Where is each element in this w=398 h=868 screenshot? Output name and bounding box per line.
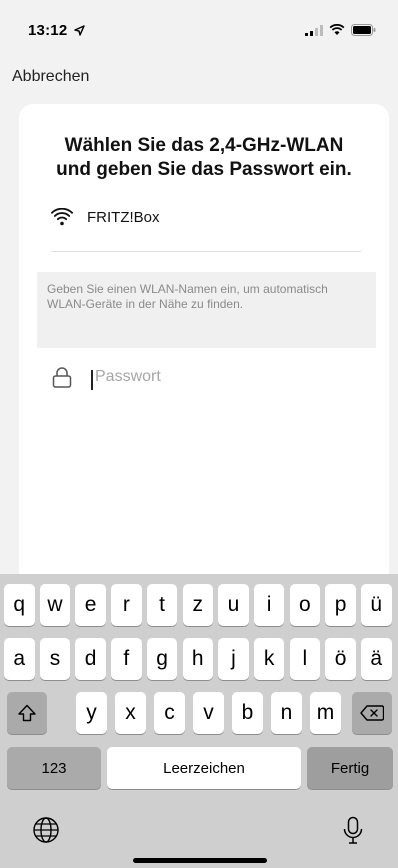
key-a[interactable]: a	[4, 638, 35, 680]
key-l[interactable]: l	[289, 638, 321, 680]
key-label: b	[241, 701, 254, 724]
key-f[interactable]: f	[111, 638, 142, 680]
key-label: ö	[334, 647, 347, 670]
key-m[interactable]: m	[310, 692, 341, 734]
key-p[interactable]: p	[325, 584, 356, 626]
key-j[interactable]: j	[218, 638, 249, 680]
cancel-button[interactable]: Abbrechen	[12, 68, 89, 86]
page-title: Wählen Sie das 2,4-GHz-WLAN und geben Si…	[19, 134, 389, 182]
microphone-icon	[343, 816, 363, 844]
key-y[interactable]: y	[76, 692, 107, 734]
location-arrow-icon	[74, 25, 85, 36]
key-label: u	[227, 593, 240, 616]
key-label: p	[334, 593, 347, 616]
key-label: k	[263, 647, 275, 670]
numbers-key-label: 123	[41, 759, 67, 777]
key-label: a	[13, 647, 26, 670]
key-label: i	[266, 593, 272, 616]
password-row	[51, 366, 335, 390]
lock-icon	[52, 367, 72, 388]
divider	[51, 251, 361, 252]
key-label: v	[203, 701, 214, 724]
text-cursor	[91, 370, 93, 390]
shift-icon	[18, 704, 36, 722]
key-h[interactable]: h	[182, 638, 213, 680]
key-z[interactable]: z	[182, 584, 213, 626]
key-n[interactable]: n	[271, 692, 302, 734]
hint-box: Geben Sie einen WLAN-Namen ein, um autom…	[37, 272, 376, 348]
key-w[interactable]: w	[39, 584, 71, 626]
key-q[interactable]: q	[4, 584, 35, 626]
key-d[interactable]: d	[75, 638, 106, 680]
key-ö[interactable]: ö	[325, 638, 356, 680]
password-input[interactable]	[91, 368, 335, 386]
key-label: g	[156, 647, 168, 670]
numbers-key[interactable]: 123	[7, 747, 101, 789]
key-label: j	[231, 647, 236, 670]
status-time-text: 13:12	[28, 22, 68, 39]
backspace-icon	[360, 705, 384, 721]
shift-key[interactable]	[7, 692, 47, 734]
key-b[interactable]: b	[232, 692, 263, 734]
key-label: y	[86, 701, 97, 724]
home-indicator[interactable]	[133, 858, 267, 863]
key-label: m	[316, 701, 335, 724]
key-label: q	[13, 593, 26, 616]
keyboard: qwe r t zu i opü asd f gh j k l öä y x c v b nm 123 Leer…	[0, 574, 398, 868]
key-o[interactable]: o	[289, 584, 321, 626]
key-label: l	[302, 647, 308, 670]
key-label: r	[122, 593, 130, 616]
status-icons	[305, 24, 376, 36]
space-key-label: Leerzeichen	[163, 759, 245, 777]
microphone-button[interactable]	[342, 816, 370, 848]
network-name: FRITZ!Box	[87, 208, 160, 226]
key-label: e	[84, 593, 97, 616]
space-key[interactable]: Leerzeichen	[107, 747, 301, 789]
key-u[interactable]: u	[218, 584, 249, 626]
done-key-label: Fertig	[330, 759, 370, 777]
key-label: s	[49, 647, 61, 670]
key-label: z	[192, 593, 204, 616]
title-line-1: Wählen Sie das 2,4-GHz-WLAN	[64, 135, 344, 156]
key-g[interactable]: g	[146, 638, 178, 680]
key-label: c	[164, 701, 175, 724]
key-label: ä	[370, 647, 383, 670]
key-label: ü	[370, 593, 383, 616]
key-label: h	[191, 647, 204, 670]
key-v[interactable]: v	[193, 692, 224, 734]
key-ä[interactable]: ä	[361, 638, 392, 680]
title-line-2: und geben Sie das Passwort ein.	[56, 159, 352, 180]
key-r[interactable]: r	[111, 584, 142, 626]
network-row[interactable]: FRITZ!Box	[51, 208, 160, 226]
wifi-setup-card: Wählen Sie das 2,4-GHz-WLAN und geben Si…	[19, 104, 389, 604]
key-label: d	[84, 647, 97, 670]
wifi-icon	[51, 208, 73, 226]
key-e[interactable]: e	[75, 584, 106, 626]
key-ü[interactable]: ü	[361, 584, 392, 626]
key-i[interactable]: i	[253, 584, 285, 626]
status-bar: 13:12	[0, 0, 398, 54]
globe-button[interactable]	[32, 816, 62, 846]
wifi-status-icon	[329, 24, 345, 35]
globe-icon	[33, 817, 59, 843]
key-c[interactable]: c	[154, 692, 185, 734]
key-label: w	[47, 593, 63, 616]
battery-icon	[351, 24, 376, 36]
key-label: x	[125, 701, 136, 724]
key-label: o	[299, 593, 311, 616]
key-label: n	[280, 701, 293, 724]
key-label: f	[123, 647, 130, 670]
key-t[interactable]: t	[146, 584, 178, 626]
key-k[interactable]: k	[253, 638, 285, 680]
key-x[interactable]: x	[115, 692, 146, 734]
key-s[interactable]: s	[39, 638, 71, 680]
done-key[interactable]: Fertig	[307, 747, 393, 789]
key-label: t	[159, 593, 165, 616]
backspace-key[interactable]	[352, 692, 392, 734]
status-time: 13:12	[28, 22, 85, 39]
signal-icon	[305, 24, 323, 36]
